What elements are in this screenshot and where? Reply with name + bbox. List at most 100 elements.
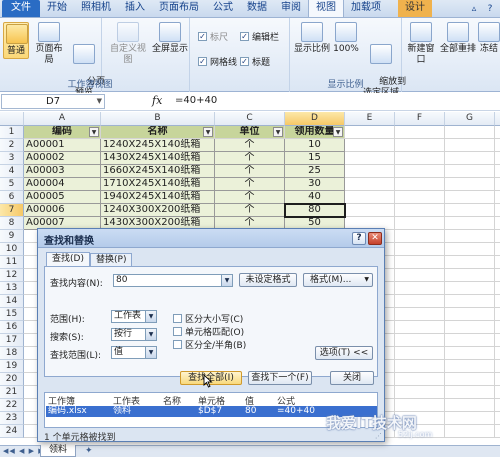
grid-cell[interactable] [445,152,495,165]
grid-cell[interactable] [495,139,500,152]
grid-cell[interactable] [395,399,445,412]
tab-home[interactable]: 开始 [40,0,74,17]
table-header-cell[interactable]: 名称 ▼ [101,126,215,139]
grid-cell[interactable] [445,386,495,399]
grid-cell[interactable] [395,334,445,347]
table-cell[interactable]: 个 [215,152,285,165]
grid-cell[interactable] [395,386,445,399]
zoom-button[interactable]: 显示比例 [294,22,330,55]
grid-cell[interactable] [345,126,395,139]
freeze-panes-button[interactable]: 冻结 [478,22,500,55]
table-header-cell[interactable]: 单位 ▼ [215,126,285,139]
grid-cell[interactable] [495,269,500,282]
grid-cell[interactable] [445,425,495,438]
formula-input[interactable]: =40+40 [175,95,217,106]
look-in-select[interactable]: 值 ▼ [111,346,157,359]
row-header-3[interactable]: 3 [0,152,24,165]
insert-function-icon[interactable]: fx [152,94,162,107]
page-layout-view-button[interactable]: 页面布局 [32,22,66,66]
grid-cell[interactable] [345,165,395,178]
grid-cell[interactable] [495,191,500,204]
row-header-19[interactable]: 19 [0,360,24,373]
table-cell[interactable]: 个 [215,139,285,152]
table-cell[interactable]: A00005 [24,191,101,204]
grid-cell[interactable] [445,139,495,152]
tab-page-layout[interactable]: 页面布局 [152,0,206,17]
grid-cell[interactable] [445,217,495,230]
tab-data[interactable]: 数据 [240,0,274,17]
gridlines-checkbox[interactable]: ✓ 网格线 [198,55,237,68]
format-dropdown-icon[interactable]: ▼ [364,274,369,286]
row-header-21[interactable]: 21 [0,386,24,399]
row-header-4[interactable]: 4 [0,165,24,178]
table-cell[interactable]: 1660X245X140纸箱 [101,165,215,178]
grid-cell[interactable] [495,386,500,399]
row-header-16[interactable]: 16 [0,321,24,334]
tab-view[interactable]: 视图 [308,0,344,17]
grid-cell[interactable] [495,308,500,321]
format-button[interactable]: 格式(M)... ▼ [303,273,373,287]
dialog-close-button[interactable]: ✕ [368,232,382,245]
column-header-b[interactable]: B [101,112,215,126]
tab-formulas[interactable]: 公式 [206,0,240,17]
grid-cell[interactable] [445,191,495,204]
row-header-2[interactable]: 2 [0,139,24,152]
column-header-f[interactable]: F [395,112,445,126]
new-window-button[interactable]: 新建窗口 [404,22,438,66]
tab-design[interactable]: 设计 [398,0,432,17]
table-cell[interactable]: 10 [285,139,345,152]
table-cell[interactable]: A00006 [24,204,101,217]
table-cell[interactable]: A00003 [24,165,101,178]
grid-cell[interactable] [395,256,445,269]
filter-dropdown-icon[interactable]: ▼ [89,127,99,137]
grid-cell[interactable] [495,178,500,191]
grid-cell[interactable] [495,152,500,165]
custom-views-button[interactable]: 自定义视图 [106,22,150,66]
close-button[interactable]: 关闭 [330,371,374,385]
tab-file[interactable]: 文件 [2,0,40,17]
grid-cell[interactable] [495,217,500,230]
dialog-titlebar[interactable]: 查找和替换 ? ✕ [38,229,384,248]
help-icon[interactable]: ? [484,3,496,15]
table-cell[interactable]: 1430X245X140纸箱 [101,152,215,165]
normal-view-button[interactable]: 普通 [3,22,29,59]
grid-cell[interactable] [395,230,445,243]
column-header-a[interactable]: A [24,112,101,126]
grid-cell[interactable] [495,360,500,373]
sheet-tab-lingliao[interactable]: 领料 [40,445,77,457]
tab-review[interactable]: 审阅 [274,0,308,17]
insert-sheet-icon[interactable]: ✦ [85,446,93,456]
ruler-checkbox[interactable]: ✓ 标尺 [198,30,228,43]
dialog-help-button[interactable]: ? [352,232,366,245]
grid-cell[interactable] [495,334,500,347]
filter-dropdown-icon[interactable]: ▼ [333,127,343,137]
grid-cell[interactable] [395,139,445,152]
grid-cell[interactable] [395,243,445,256]
grid-cell[interactable] [395,282,445,295]
table-cell[interactable]: 个 [215,191,285,204]
row-header-24[interactable]: 24 [0,425,24,438]
grid-cell[interactable] [495,282,500,295]
table-cell[interactable]: 30 [285,178,345,191]
grid-cell[interactable] [495,412,500,425]
table-cell[interactable]: A00004 [24,178,101,191]
match-width-checkbox[interactable]: 区分全/半角(B) [173,338,246,351]
grid-cell[interactable] [495,425,500,438]
grid-cell[interactable] [495,126,500,139]
grid-cell[interactable] [445,165,495,178]
filter-dropdown-icon[interactable]: ▼ [273,127,283,137]
row-header-13[interactable]: 13 [0,282,24,295]
grid-cell[interactable] [395,178,445,191]
grid-cell[interactable] [395,373,445,386]
column-header-g[interactable]: G [445,112,495,126]
grid-cell[interactable] [345,204,395,217]
grid-cell[interactable] [445,230,495,243]
row-header-23[interactable]: 23 [0,412,24,425]
row-header-17[interactable]: 17 [0,334,24,347]
grid-cell[interactable] [445,126,495,139]
filter-dropdown-icon[interactable]: ▼ [203,127,213,137]
table-cell[interactable]: 25 [285,165,345,178]
grid-cell[interactable] [395,269,445,282]
arrange-all-button[interactable]: 全部重排 [440,22,476,55]
zoom-100-button[interactable]: 100% [332,22,360,55]
